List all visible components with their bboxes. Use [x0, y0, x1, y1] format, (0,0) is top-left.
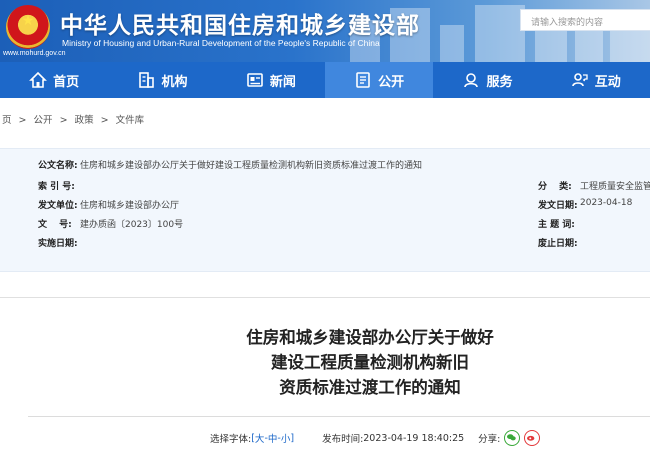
effective-date-label: 实施日期: [38, 239, 78, 249]
font-size-small-button[interactable]: 小 [281, 431, 291, 445]
nav-item-service[interactable]: 服务 [433, 62, 541, 98]
breadcrumb-separator: > [59, 115, 68, 126]
disclosure-icon [356, 72, 370, 88]
font-size-medium-button[interactable]: 中 [268, 431, 278, 445]
breadcrumb: 页 > 公开 > 政策 > 文件库 [0, 112, 146, 126]
issue-date-label: 发文日期: [538, 201, 578, 211]
nav-label: 互动 [594, 74, 621, 90]
font-size-large-button[interactable]: 大 [255, 431, 265, 445]
nav-label: 首页 [53, 74, 80, 90]
doc-name-label: 公文名称: [38, 161, 78, 171]
breadcrumb-home[interactable]: 页 [2, 115, 12, 126]
service-icon [464, 73, 479, 88]
site-header: 中华人民共和国住房和城乡建设部 Ministry of Housing and … [0, 0, 650, 62]
national-emblem-logo[interactable] [6, 5, 50, 49]
article-title-line: 住房和城乡建设部办公厅关于做好 [246, 328, 494, 347]
weibo-share-icon[interactable] [524, 430, 541, 446]
home-icon [29, 71, 48, 88]
nav-item-interaction[interactable]: 互动 [542, 62, 650, 98]
nav-label: 服务 [486, 74, 513, 90]
issuer-label: 发文单位: [38, 201, 78, 211]
wechat-share-icon[interactable] [504, 430, 521, 446]
keywords-label: 主 题 词: [538, 220, 575, 230]
share-label: 分享: [478, 434, 501, 445]
index-label: 索 引 号: [38, 182, 75, 192]
breadcrumb-policy[interactable]: 政策 [75, 115, 94, 126]
news-icon [247, 73, 263, 87]
category-value: 工程质量安全监管 [580, 182, 650, 192]
nav-item-disclosure[interactable]: 公开 [324, 62, 434, 98]
site-url: www.mohurd.gov.cn [3, 50, 66, 57]
category-label: 分 类: [538, 182, 572, 192]
repeal-date-label: 废止日期: [538, 239, 578, 249]
section-divider [0, 297, 650, 298]
main-nav: 首页 机构 新闻 公开 服务 互动 [0, 62, 650, 98]
article-title-line: 建设工程质量检测机构新旧 [271, 353, 469, 372]
article-title: 住房和城乡建设部办公厅关于做好 建设工程质量检测机构新旧 资质标准过渡工作的通知 [200, 325, 540, 400]
nav-label: 新闻 [269, 74, 296, 90]
breadcrumb-document-library[interactable]: 文件库 [116, 115, 145, 126]
breadcrumb-disclosure[interactable]: 公开 [34, 115, 53, 126]
publish-time-value: 2023-04-19 18:40:25 [363, 432, 465, 444]
bracket: ] [290, 432, 295, 444]
nav-item-home[interactable]: 首页 [0, 62, 108, 98]
article-tools: 选择字体: [ 大 - 中 - 小 ] 发布时间: 2023-04-19 18:… [210, 430, 541, 446]
breadcrumb-separator: > [18, 115, 27, 126]
doc-name-value: 住房和城乡建设部办公厅关于做好建设工程质量检测机构新旧资质标准过渡工作的通知 [80, 161, 423, 171]
building-icon [139, 72, 155, 88]
font-size-label: 选择字体: [210, 434, 252, 445]
nav-label: 机构 [161, 74, 188, 90]
site-title[interactable]: 中华人民共和国住房和城乡建设部 [60, 6, 420, 40]
issue-date-value: 2023-04-18 [580, 198, 633, 208]
doc-number-label: 文 号: [38, 220, 72, 230]
document-metadata: 公文名称: 住房和城乡建设部办公厅关于做好建设工程质量检测机构新旧资质标准过渡工… [0, 148, 650, 272]
publish-time-label: 发布时间: [322, 434, 364, 445]
issuer-value: 住房和城乡建设部办公厅 [80, 201, 180, 211]
article-title-line: 资质标准过渡工作的通知 [279, 378, 461, 397]
nav-item-organization[interactable]: 机构 [108, 62, 216, 98]
nav-item-news[interactable]: 新闻 [217, 62, 325, 98]
site-subtitle: Ministry of Housing and Urban-Rural Deve… [62, 38, 380, 48]
nav-label: 公开 [378, 74, 405, 90]
title-rule [28, 416, 650, 417]
breadcrumb-separator: > [100, 115, 109, 126]
interaction-icon [571, 73, 588, 87]
search-input[interactable]: 请输入搜索的内容 [520, 9, 650, 31]
doc-number-value: 建办质函〔2023〕100号 [80, 220, 184, 230]
